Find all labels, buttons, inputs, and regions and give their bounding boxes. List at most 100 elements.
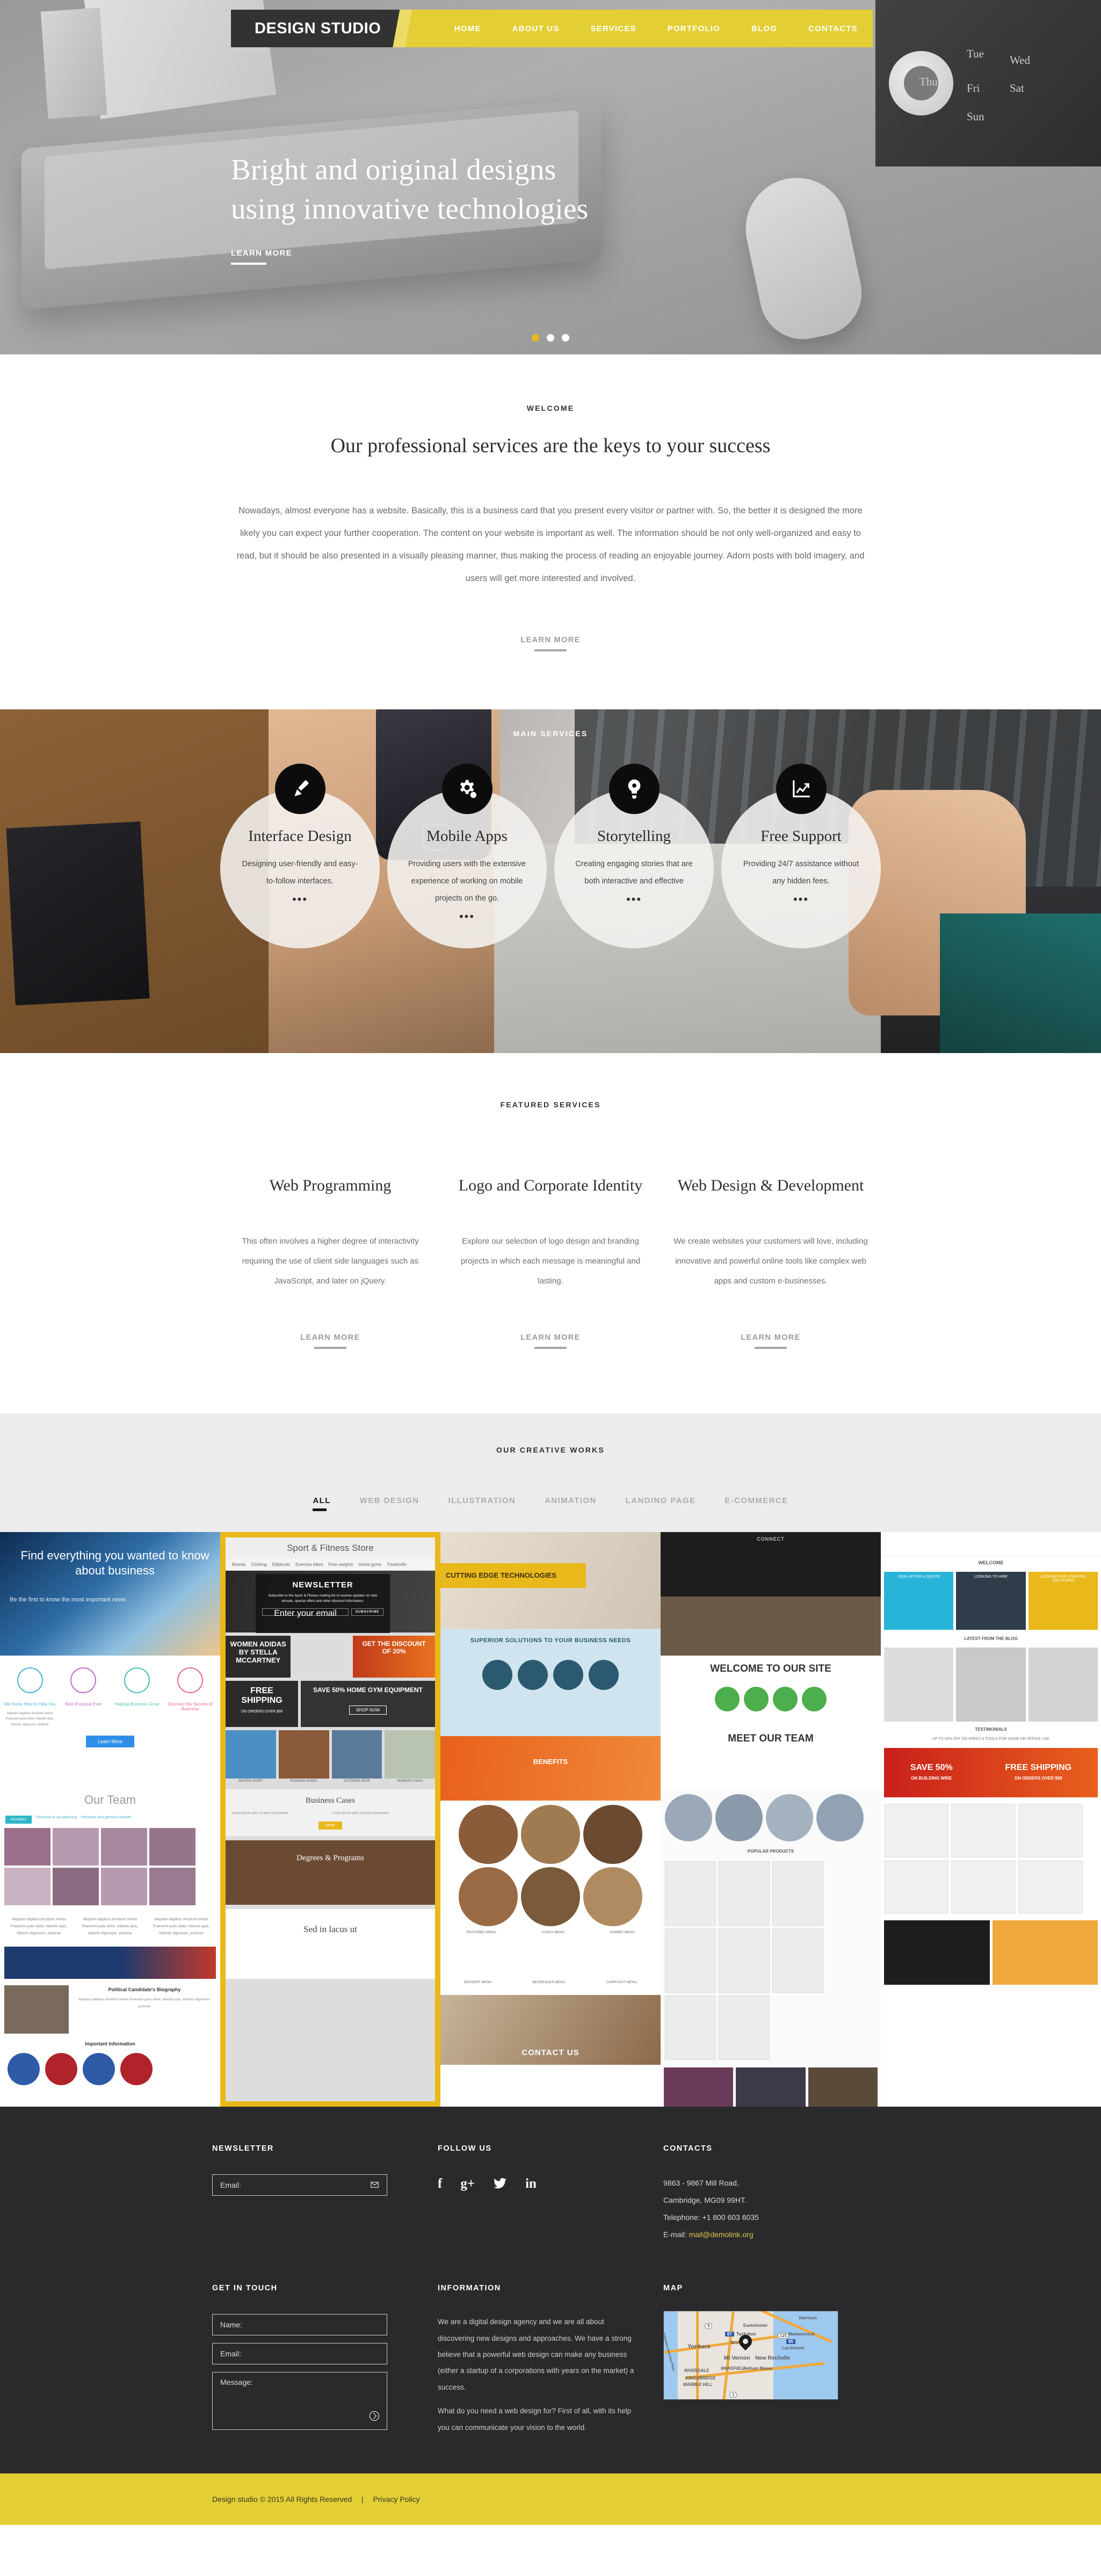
nav-item-services[interactable]: SERVICES xyxy=(591,24,636,33)
contact-email-link[interactable]: mail@demolink.org xyxy=(689,2230,753,2239)
service-text: Designing user-friendly and easy-to-foll… xyxy=(242,860,358,886)
featured-learn-more-button[interactable]: LEARN MORE xyxy=(300,1333,360,1349)
map-widget[interactable]: Harrison Eastchester Tuckahoe Mamaroneck… xyxy=(663,2311,838,2400)
contact-message-input[interactable]: Message: xyxy=(212,2372,387,2430)
service-card-free-support[interactable]: Free Support Providing 24/7 assistance w… xyxy=(721,764,881,949)
portfolio-item-5[interactable]: WELCOME SIGN UP FOR A QUOTE LOOKING TO H… xyxy=(881,1532,1101,2107)
thumb3-menu-grid: FEATURED MENU LUNCH MENU DINNER MENU DES… xyxy=(440,1800,661,2107)
google-plus-icon[interactable]: g+ xyxy=(460,2176,475,2194)
thumb2-nav-free-weights[interactable]: Free weights xyxy=(329,1562,353,1567)
portfolio-item-3[interactable]: CUTTING EDGE TECHNOLOGIES SUPERIOR SOLUT… xyxy=(440,1532,661,2107)
hero-learn-more-button[interactable]: LEARN MORE xyxy=(231,249,292,265)
portfolio-item-4[interactable]: CONNECT WELCOME TO OUR SITE MEET OUR TEA… xyxy=(661,1532,881,2107)
featured-learn-more-button[interactable]: LEARN MORE xyxy=(741,1333,800,1349)
portfolio-filter-all[interactable]: ALL xyxy=(313,1496,330,1511)
category-image xyxy=(226,1730,276,1779)
thumb5-accent-block xyxy=(992,1920,1098,1985)
thumb2-promo-3[interactable]: FREE SHIPPING ON ORDERS OVER $99 xyxy=(226,1680,298,1727)
thumb2-nav-treadmills[interactable]: Treadmills xyxy=(387,1562,407,1567)
logo[interactable]: DESIGN STUDIO xyxy=(231,10,405,47)
service-more-icon[interactable]: ••• xyxy=(793,894,809,905)
nav-item-about-us[interactable]: ABOUT US xyxy=(512,24,560,33)
footer-map-column: MAP Harrison Eastchester Tuckahoe Mamaro… xyxy=(663,2284,889,2436)
thumb2-nav-clothing[interactable]: Clothing xyxy=(251,1562,266,1567)
thumb1-team-tab-2[interactable]: Financial or tax planning xyxy=(36,1816,77,1824)
portfolio-filter-animation[interactable]: ANIMATION xyxy=(545,1496,596,1505)
contact-email-row: E-mail: mail@demolink.org xyxy=(663,2226,865,2243)
service-more-icon[interactable]: ••• xyxy=(459,910,475,923)
service-card-interface-design[interactable]: Interface Design Designing user-friendly… xyxy=(220,764,380,949)
welcome-learn-more-button[interactable]: LEARN MORE xyxy=(520,636,580,652)
portfolio-filter-web-design[interactable]: WEB DESIGN xyxy=(360,1496,419,1505)
thumb2-nav-ellipticals[interactable]: Ellipticals xyxy=(272,1562,290,1567)
twitter-icon[interactable] xyxy=(493,2176,507,2194)
main-services-section: MAIN SERVICES Interface Design Designing… xyxy=(0,709,1101,1054)
slider-dot-3[interactable] xyxy=(562,334,569,342)
thumb5-ship-title: FREE SHIPPING xyxy=(1005,1763,1072,1773)
chart-line-icon xyxy=(776,764,827,815)
slider-dot-1[interactable] xyxy=(532,334,539,342)
thumb1-team-tab-1[interactable]: Annuities xyxy=(5,1815,32,1824)
map-label-kingsbridge: KINGSBRIDGE xyxy=(685,2376,716,2381)
thumb3-contact-us[interactable]: CONTACT US xyxy=(521,2048,579,2057)
thumb1-learn-more-button[interactable]: Learn More xyxy=(85,1735,135,1747)
thumb2-section-1-title: Business Cases xyxy=(305,1796,356,1805)
contact-name-input[interactable]: Name: xyxy=(212,2314,387,2336)
thumb2-sec1-col: Lorem ipsum dolor sit amet consectetur xyxy=(332,1811,389,1815)
menu-photo xyxy=(583,1804,642,1864)
thumb3-mid-title: SUPERIOR SOLUTIONS TO YOUR BUSINESS NEED… xyxy=(470,1637,631,1644)
thumb2-nav-brands[interactable]: Brands xyxy=(232,1562,245,1567)
thumb2-popup-input[interactable]: Enter your email xyxy=(262,1608,349,1618)
thumb2-promo-4[interactable]: SAVE 50% HOME GYM EQUIPMENT SHOP NOW xyxy=(301,1680,435,1727)
portfolio-item-2[interactable]: Sport & Fitness Store Brands Clothing El… xyxy=(220,1532,440,2107)
thumb5-box-row: SIGN UP FOR A QUOTE LOOKING TO HIRE LOOK… xyxy=(881,1569,1101,1633)
service-more-icon[interactable]: ••• xyxy=(626,894,642,905)
thumb2-sec1-button[interactable]: More xyxy=(318,1822,342,1830)
contact-email-input[interactable]: Email: xyxy=(212,2343,387,2365)
portfolio-filter-e-commerce[interactable]: E-COMMERCE xyxy=(725,1496,788,1505)
portfolio-filter-landing-page[interactable]: LANDING PAGE xyxy=(626,1496,696,1505)
thumb4-connect: CONNECT xyxy=(757,1536,785,1542)
portfolio-filter-illustration[interactable]: ILLUSTRATION xyxy=(448,1496,516,1505)
thumb5-sale-sub: ON BUILDING WIRE xyxy=(911,1776,952,1781)
team-photo xyxy=(149,1827,195,1866)
linkedin-icon[interactable]: in xyxy=(525,2176,537,2194)
thumb5-sale-banner[interactable]: SAVE 50% ON BUILDING WIRE FREE SHIPPING … xyxy=(884,1748,1098,1798)
service-card-storytelling[interactable]: Storytelling Creating engaging stories t… xyxy=(554,764,714,949)
privacy-policy-link[interactable]: Privacy Policy xyxy=(373,2495,420,2504)
footer: NEWSLETTER Email: FOLLOW US f g+ in CONT… xyxy=(0,2106,1101,2473)
nav-item-portfolio[interactable]: PORTFOLIO xyxy=(668,24,720,33)
thumb2-promo-1[interactable]: WOMEN ADIDAS BY STELLA MCCARTNEY xyxy=(226,1635,291,1678)
portfolio-item-1[interactable]: Find everything you wanted to know about… xyxy=(0,1532,220,2107)
thumb5-sale-right: FREE SHIPPING ON ORDERS OVER $99 xyxy=(1005,1763,1072,1782)
nav-item-home[interactable]: HOME xyxy=(454,24,481,33)
featured-learn-more-button[interactable]: LEARN MORE xyxy=(520,1333,580,1349)
nav-item-contacts[interactable]: CONTACTS xyxy=(808,24,858,33)
newsletter-email-input[interactable]: Email: xyxy=(212,2174,387,2196)
thumb2-nav-exercise-bikes[interactable]: Exercise bikes xyxy=(295,1562,323,1567)
portfolio-filters: ALL WEB DESIGN ILLUSTRATION ANIMATION LA… xyxy=(0,1496,1101,1532)
thumb3-band: CUTTING EDGE TECHNOLOGIES xyxy=(440,1563,586,1588)
service-more-icon[interactable]: ••• xyxy=(292,894,308,905)
thumb5-box-3[interactable]: LOOKING FOR STAFFING SOLUTIONS xyxy=(1028,1571,1098,1630)
service-card-mobile-apps[interactable]: Mobile Apps Providing users with the ext… xyxy=(387,764,547,949)
thumb2-nav-home-gyms[interactable]: Home gyms xyxy=(358,1562,381,1567)
portfolio-grid: Find everything you wanted to know about… xyxy=(0,1532,1101,2107)
thumb2-promo-3-title: FREE SHIPPING xyxy=(241,1686,283,1705)
nav-item-blog[interactable]: BLOG xyxy=(751,24,777,33)
thumb2-popup-subscribe-button[interactable]: SUBSCRIBE xyxy=(351,1608,383,1616)
thumb2-promo-2[interactable]: GET THE DISCOUNT OF 20% xyxy=(352,1635,435,1678)
thumb1-feature-2: Best Proposal Ever xyxy=(65,1701,102,1707)
footer-get-in-touch-heading: GET IN TOUCH xyxy=(212,2284,278,2293)
thumb3-benefits-bar: BENEFITS xyxy=(440,1736,661,1801)
thumb1-bottom-text: Aliquam dapibus tincidunt metus Praesent… xyxy=(78,1998,211,2008)
thumb1-team-tab-3[interactable]: Pensions and pension transfer xyxy=(81,1816,132,1824)
slider-dot-2[interactable] xyxy=(547,334,554,342)
thumb5-box-2[interactable]: LOOKING TO HIRE xyxy=(956,1571,1026,1630)
product-card xyxy=(665,1861,716,1926)
thumb2-promo-4-button[interactable]: SHOP NOW xyxy=(349,1705,387,1715)
thumb5-box-1[interactable]: SIGN UP FOR A QUOTE xyxy=(884,1571,954,1630)
footer-contacts-body: 9863 - 9867 Mill Road, Cambridge, MG09 9… xyxy=(663,2174,865,2244)
contact-submit-button[interactable] xyxy=(370,2411,379,2421)
facebook-icon[interactable]: f xyxy=(438,2176,442,2194)
